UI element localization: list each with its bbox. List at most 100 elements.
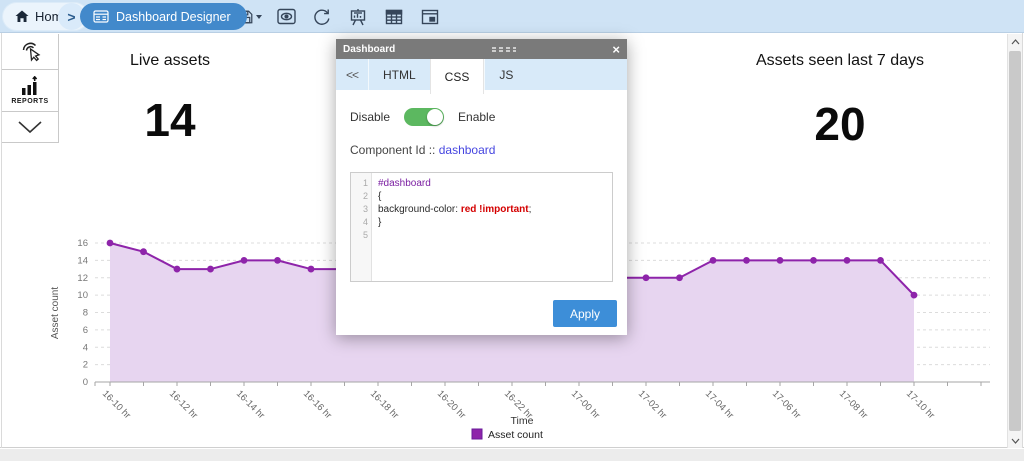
kpi-live-assets-title: Live assets <box>129 52 211 69</box>
kpi-assets-seen-value: 20 <box>814 98 866 150</box>
enable-toggle-row: Disable Enable <box>350 90 613 126</box>
x-axis-title: Time <box>511 415 534 427</box>
scroll-down-button[interactable] <box>1008 433 1023 448</box>
kpi-live-assets-value: 14 <box>144 94 196 146</box>
tab-css[interactable]: CSS <box>429 59 485 94</box>
component-id-row: Component Id :: dashboard <box>350 143 613 157</box>
content-right-border <box>1022 33 1023 448</box>
save-dropdown-caret <box>256 14 262 19</box>
tab-html[interactable]: HTML <box>368 59 430 90</box>
kpi-live-assets: Live assets 14 <box>60 52 280 144</box>
x-tick-label: 17-06 hr <box>770 388 803 421</box>
presentation-button[interactable] <box>346 5 370 29</box>
chart-point <box>642 274 650 282</box>
y-tick-label: 6 <box>83 325 88 336</box>
code-editor[interactable]: 1 2 3 4 5 #dashboard {background-color: red !… <box>350 172 613 282</box>
window-icon <box>421 9 439 24</box>
preview-button[interactable] <box>274 5 298 29</box>
x-tick-label: 17-02 hr <box>636 388 669 421</box>
x-tick-label: 17-00 hr <box>569 388 602 421</box>
code-line: } <box>378 217 382 228</box>
top-toolbar: Home > Dashboard Designer <box>0 0 1024 33</box>
chart-point <box>240 256 248 264</box>
kpi-assets-seen-title: Assets seen last 7 days <box>755 52 925 69</box>
x-tick-label: 17-10 hr <box>904 388 937 421</box>
chart-point <box>307 265 315 273</box>
chart-point <box>173 265 181 273</box>
y-tick-label: 16 <box>77 238 88 249</box>
component-id-link[interactable]: dashboard <box>439 143 496 157</box>
chart-point <box>743 256 750 264</box>
chart-point <box>207 265 214 273</box>
tab-dashboard-designer[interactable]: Dashboard Designer <box>80 3 247 30</box>
sidebar-item-reports[interactable]: REPORTS <box>2 70 58 112</box>
sidebar-reports-label: REPORTS <box>11 98 49 105</box>
modal-body: Disable Enable Component Id :: dashboard… <box>336 90 627 335</box>
editor-code-area[interactable]: #dashboard {background-color: red !import… <box>372 173 612 281</box>
line-number: 2 <box>362 191 368 201</box>
chevron-up-icon <box>1011 38 1020 44</box>
y-tick-label: 2 <box>83 360 88 371</box>
toggle-disable-label: Disable <box>350 110 391 124</box>
toggle-knob <box>427 109 444 125</box>
chart-point <box>709 256 717 264</box>
chart-point <box>810 256 817 264</box>
enable-toggle[interactable] <box>404 108 445 126</box>
sidebar-item-interact[interactable] <box>2 34 58 70</box>
dashboard-editor-modal: Dashboard × << HTML CSS JS Disable Enabl… <box>336 39 627 335</box>
drag-handle-icon[interactable] <box>395 46 612 52</box>
scroll-up-button[interactable] <box>1008 34 1023 49</box>
tab-collapse-button[interactable]: << <box>336 59 368 90</box>
apply-button[interactable]: Apply <box>553 300 617 327</box>
x-tick-label: 16-16 hr <box>301 388 334 421</box>
refresh-button[interactable] <box>310 5 334 29</box>
line-number: 5 <box>362 230 368 240</box>
bar-chart-icon <box>22 76 38 95</box>
widget-sidebar: REPORTS <box>2 34 59 143</box>
x-tick-label: 16-18 hr <box>368 388 401 421</box>
x-tick-label: 17-08 hr <box>837 388 870 421</box>
refresh-icon <box>314 9 330 25</box>
close-icon[interactable]: × <box>612 43 620 56</box>
x-tick-label: 16-20 hr <box>435 388 468 421</box>
modal-titlebar[interactable]: Dashboard × <box>336 39 627 59</box>
y-tick-label: 12 <box>77 273 88 284</box>
table-button[interactable] <box>382 5 406 29</box>
code-line: #dashboard <box>378 178 431 189</box>
y-tick-label: 10 <box>77 290 88 301</box>
window-button[interactable] <box>418 5 442 29</box>
chevron-down-icon <box>1011 438 1020 444</box>
chart-point <box>140 248 147 256</box>
chart-point <box>910 291 918 299</box>
y-tick-label: 14 <box>77 255 88 266</box>
dashboard-icon <box>93 10 109 23</box>
line-number: 4 <box>362 217 368 227</box>
tab-js[interactable]: JS <box>484 59 527 90</box>
home-icon <box>15 10 29 22</box>
bottom-strip <box>0 449 1024 461</box>
vertical-scrollbar[interactable] <box>1007 34 1022 448</box>
x-tick-label: 16-12 hr <box>167 388 200 421</box>
preview-icon <box>276 8 296 25</box>
y-tick-label: 8 <box>83 308 88 319</box>
x-tick-label: 17-04 hr <box>703 388 736 421</box>
modal-title: Dashboard <box>343 43 396 55</box>
modal-tabbar: << HTML CSS JS <box>336 59 627 94</box>
y-axis-title: Asset count <box>50 287 61 339</box>
y-tick-label: 4 <box>83 342 88 353</box>
designer-tab-label: Dashboard Designer <box>116 9 231 24</box>
chart-point <box>274 256 281 264</box>
chevron-down-icon <box>18 121 42 134</box>
sidebar-item-collapse[interactable] <box>2 112 58 143</box>
scrollbar-thumb[interactable] <box>1009 51 1021 431</box>
component-id-label: Component Id :: <box>350 143 436 157</box>
line-number: 3 <box>362 204 368 214</box>
x-tick-label: 16-14 hr <box>234 388 267 421</box>
chart-point <box>106 239 114 247</box>
y-tick-label: 0 <box>83 377 88 388</box>
tap-pointer-icon <box>22 42 41 62</box>
code-line: { <box>378 191 382 202</box>
x-tick-label: 16-10 hr <box>100 388 133 421</box>
chart-point <box>776 256 784 264</box>
